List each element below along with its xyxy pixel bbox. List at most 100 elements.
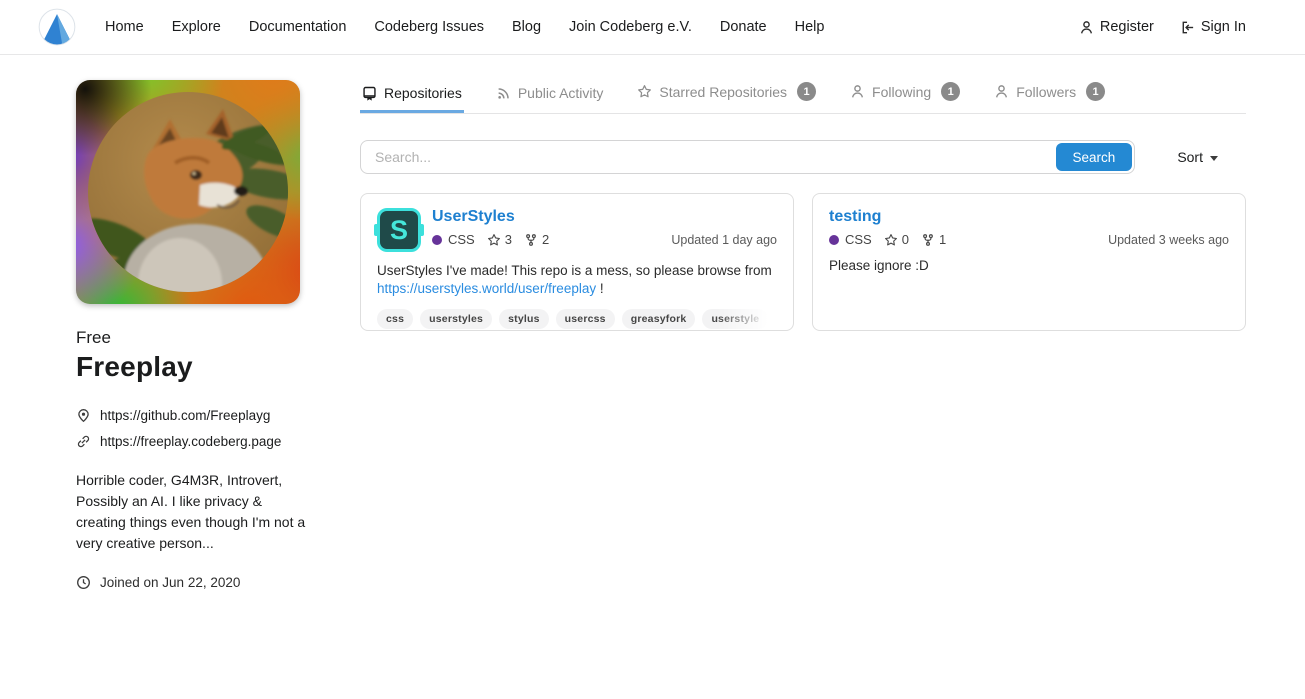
profile-bio: Horrible coder, G4M3R, Introvert, Possib… xyxy=(76,470,308,554)
nav-home[interactable]: Home xyxy=(91,0,158,55)
person-icon xyxy=(1079,20,1094,35)
register-label: Register xyxy=(1100,19,1154,35)
sign-in-icon xyxy=(1180,20,1195,35)
auth-links: Register Sign In xyxy=(1066,19,1259,35)
stylus-logo-avatar: S xyxy=(377,208,421,252)
tab-label: Followers xyxy=(1016,84,1076,100)
profile-details: https://github.com/Freeplayg https://fre… xyxy=(76,408,308,449)
repo-updated: Updated 3 weeks ago xyxy=(1108,233,1229,247)
language-dot xyxy=(829,235,839,245)
topic-tag[interactable]: stylus xyxy=(499,309,549,329)
nav-join-codeberg[interactable]: Join Codeberg e.V. xyxy=(555,0,706,55)
star-icon xyxy=(487,233,501,247)
repo-description-link[interactable]: https://userstyles.world/user/freeplay xyxy=(377,281,596,296)
tab-repositories[interactable]: Repositories xyxy=(360,83,464,113)
codeberg-logo[interactable] xyxy=(37,7,77,47)
fork-icon xyxy=(921,233,935,247)
sign-in-link[interactable]: Sign In xyxy=(1167,19,1259,35)
repo-description: UserStyles I've made! This repo is a mes… xyxy=(377,262,777,298)
search-button[interactable]: Search xyxy=(1056,143,1133,171)
tab-label: Following xyxy=(872,84,931,100)
repo-card-userstyles: S UserStyles CSS 3 xyxy=(360,193,794,331)
repo-language: CSS xyxy=(845,232,872,247)
profile-main: Repositories Public Activity Starred Rep… xyxy=(360,80,1246,590)
star-count: 3 xyxy=(487,232,512,247)
profile-website-link[interactable]: https://freeplay.codeberg.page xyxy=(100,434,281,449)
repo-card-testing: testing CSS 0 1 xyxy=(812,193,1246,331)
chevron-down-icon xyxy=(1210,156,1218,161)
tab-label: Public Activity xyxy=(518,85,604,101)
repo-search-row: Search Sort xyxy=(360,140,1246,174)
profile-location-row: https://github.com/Freeplayg xyxy=(76,408,308,423)
repo-description-suffix: ! xyxy=(596,281,604,296)
stylus-s-letter: S xyxy=(377,208,421,252)
location-pin-icon xyxy=(76,408,91,423)
repo-topic-tags: css userstyles stylus usercss greasyfork… xyxy=(377,309,777,329)
codeberg-mountain-icon xyxy=(37,7,77,47)
sort-dropdown[interactable]: Sort xyxy=(1177,149,1218,165)
profile-joined-date: Joined on Jun 22, 2020 xyxy=(100,575,240,590)
profile-sidebar: Free Freeplay https://github.com/Freepla… xyxy=(76,80,308,590)
star-count-value: 0 xyxy=(902,232,909,247)
star-icon xyxy=(637,84,652,99)
fork-count: 1 xyxy=(921,232,946,247)
profile-page: Free Freeplay https://github.com/Freepla… xyxy=(0,55,1305,590)
clock-icon xyxy=(76,575,91,590)
topic-tag[interactable]: userstyles xyxy=(420,309,492,329)
sign-in-label: Sign In xyxy=(1201,19,1246,35)
fork-icon xyxy=(524,233,538,247)
tab-public-activity[interactable]: Public Activity xyxy=(494,83,606,113)
person-icon xyxy=(850,84,865,99)
repo-description: Please ignore :D xyxy=(829,257,1229,275)
nav-explore[interactable]: Explore xyxy=(158,0,235,55)
repo-updated: Updated 1 day ago xyxy=(671,233,777,247)
profile-tabs: Repositories Public Activity Starred Rep… xyxy=(360,80,1246,114)
followers-count-badge: 1 xyxy=(1086,82,1105,101)
link-icon xyxy=(76,434,91,449)
profile-joined-row: Joined on Jun 22, 2020 xyxy=(76,575,308,590)
fork-count-value: 1 xyxy=(939,232,946,247)
fork-count-value: 2 xyxy=(542,232,549,247)
tab-followers[interactable]: Followers 1 xyxy=(992,80,1107,113)
tab-following[interactable]: Following 1 xyxy=(848,80,962,113)
nav-codeberg-issues[interactable]: Codeberg Issues xyxy=(360,0,498,55)
star-count: 0 xyxy=(884,232,909,247)
starred-count-badge: 1 xyxy=(797,82,816,101)
profile-display-name: Free xyxy=(76,328,308,348)
star-count-value: 3 xyxy=(505,232,512,247)
tab-label: Repositories xyxy=(384,85,462,101)
tab-starred-repositories[interactable]: Starred Repositories 1 xyxy=(635,80,818,113)
search-input[interactable] xyxy=(361,149,1054,165)
following-count-badge: 1 xyxy=(941,82,960,101)
topic-tag[interactable]: greasyfork xyxy=(622,309,696,329)
fox-avatar-image xyxy=(88,92,288,292)
language-dot xyxy=(432,235,442,245)
profile-website-row: https://freeplay.codeberg.page xyxy=(76,434,308,449)
sort-label: Sort xyxy=(1177,149,1203,165)
topic-tag[interactable]: usercss xyxy=(556,309,615,329)
person-icon xyxy=(994,84,1009,99)
repo-language: CSS xyxy=(448,232,475,247)
repo-description-text: UserStyles I've made! This repo is a mes… xyxy=(377,263,772,278)
nav-donate[interactable]: Donate xyxy=(706,0,781,55)
nav-help[interactable]: Help xyxy=(781,0,839,55)
main-nav: Home Explore Documentation Codeberg Issu… xyxy=(91,0,838,55)
topic-tag[interactable]: css xyxy=(377,309,413,329)
profile-location: https://github.com/Freeplayg xyxy=(100,408,270,423)
repo-link[interactable]: testing xyxy=(829,208,881,226)
nav-blog[interactable]: Blog xyxy=(498,0,555,55)
repo-link[interactable]: UserStyles xyxy=(432,208,515,226)
profile-avatar xyxy=(76,80,300,304)
repository-list: S UserStyles CSS 3 xyxy=(360,193,1246,331)
star-icon xyxy=(884,233,898,247)
repo-icon xyxy=(362,86,377,101)
fork-count: 2 xyxy=(524,232,549,247)
register-link[interactable]: Register xyxy=(1066,19,1167,35)
topic-tag[interactable]: cascading-style-sheets xyxy=(775,309,777,329)
rss-icon xyxy=(496,86,511,101)
nav-documentation[interactable]: Documentation xyxy=(235,0,361,55)
repo-search-box: Search xyxy=(360,140,1135,174)
tab-label: Starred Repositories xyxy=(659,84,787,100)
navbar: Home Explore Documentation Codeberg Issu… xyxy=(0,0,1305,55)
topic-tag[interactable]: userstyle xyxy=(702,309,768,329)
